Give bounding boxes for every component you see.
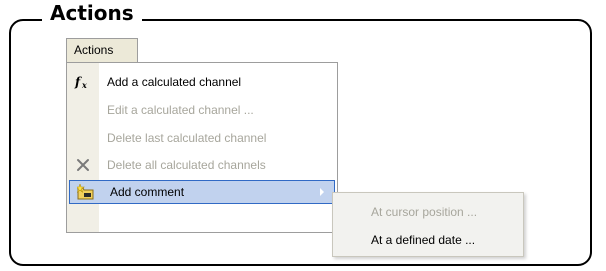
- menu-item-label: Edit a calculated channel ...: [107, 103, 254, 117]
- menu-item-add-calculated-channel[interactable]: f x Add a calculated channel: [67, 70, 337, 94]
- menu-item-delete-last-calculated-channel[interactable]: Delete last calculated channel: [67, 126, 337, 150]
- actions-menu-button[interactable]: Actions: [66, 38, 138, 62]
- menu-item-add-comment[interactable]: Add comment: [69, 180, 335, 204]
- submenu-arrow-icon: [320, 188, 324, 196]
- menu-item-label: Delete last calculated channel: [107, 131, 267, 145]
- submenu-item-at-defined-date[interactable]: At a defined date ...: [371, 228, 475, 252]
- add-comment-submenu: At cursor position ... At a defined date…: [332, 192, 524, 257]
- menu-item-delete-all-calculated-channels[interactable]: Delete all calculated channels: [67, 153, 337, 177]
- menu-item-edit-calculated-channel[interactable]: Edit a calculated channel ...: [67, 98, 337, 122]
- actions-dropdown-menu: f x Add a calculated channel Edit a calc…: [66, 62, 338, 233]
- delete-x-icon: [67, 153, 99, 177]
- menu-item-label: Add comment: [110, 185, 185, 199]
- add-comment-folder-icon: [70, 180, 102, 204]
- function-icon: f x: [67, 70, 99, 94]
- menu-item-label: Delete all calculated channels: [107, 158, 266, 172]
- section-title: Actions: [42, 1, 142, 25]
- submenu-item-at-cursor-position[interactable]: At cursor position ...: [371, 200, 477, 224]
- svg-text:f: f: [74, 75, 82, 89]
- svg-text:x: x: [81, 80, 87, 89]
- menu-item-label: Add a calculated channel: [107, 75, 242, 89]
